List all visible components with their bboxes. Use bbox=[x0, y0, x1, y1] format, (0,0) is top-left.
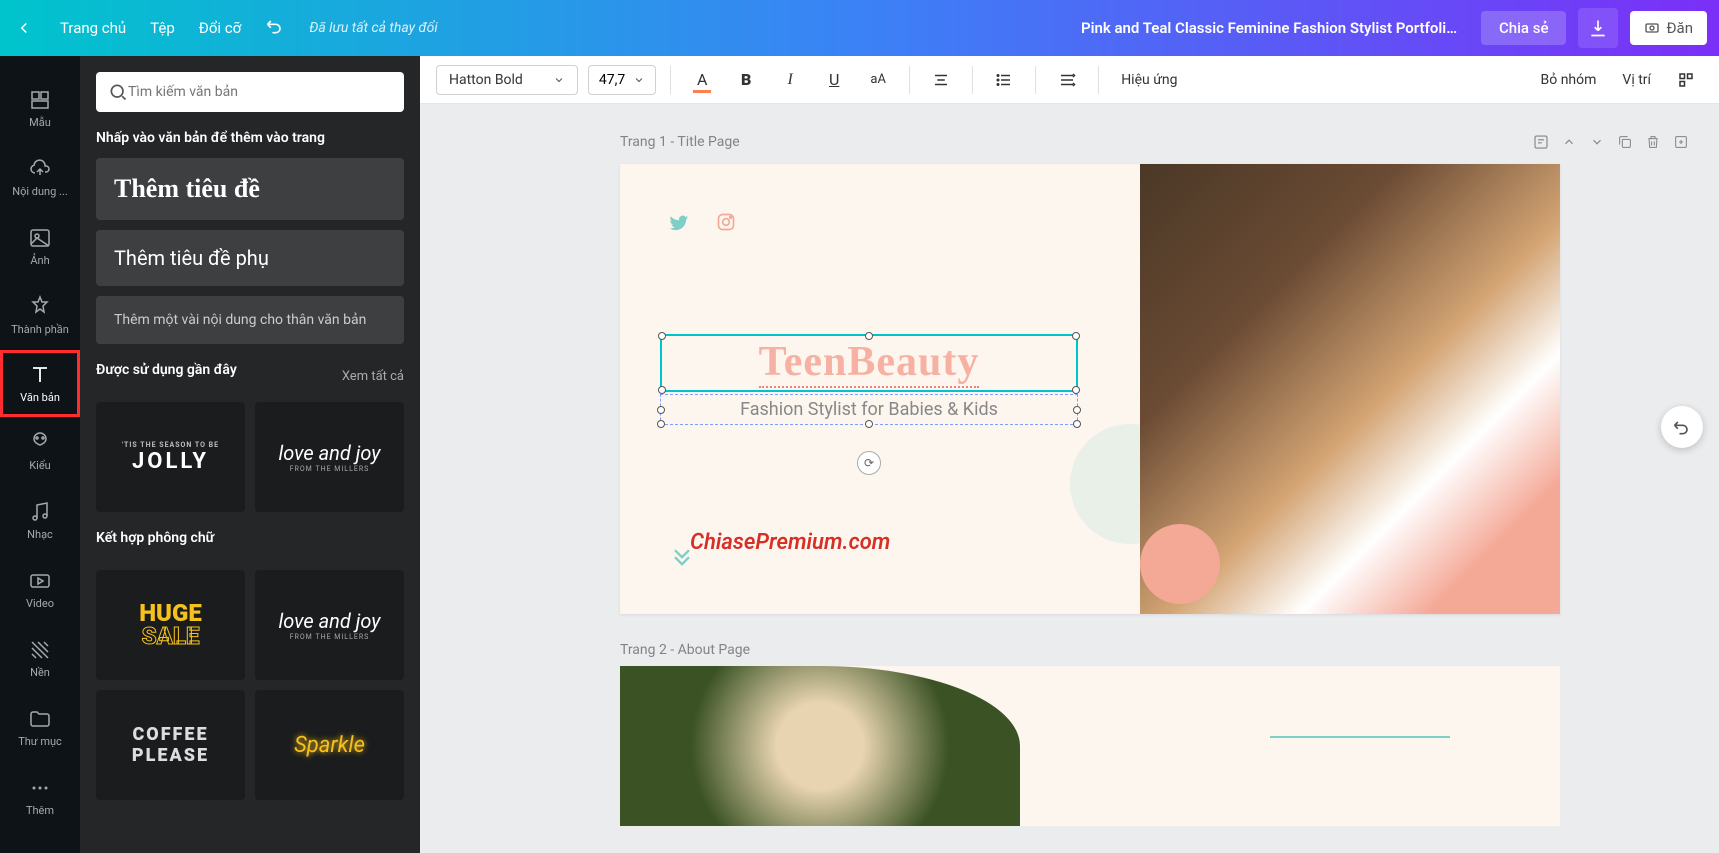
file-menu[interactable]: Tệp bbox=[150, 19, 175, 37]
resize-menu[interactable]: Đổi cỡ bbox=[199, 19, 241, 37]
add-page-icon[interactable] bbox=[1667, 128, 1695, 156]
back-icon[interactable] bbox=[12, 16, 36, 40]
save-status: Đã lưu tất cả thay đổi bbox=[309, 20, 437, 36]
ungroup-button[interactable]: Bỏ nhóm bbox=[1533, 72, 1605, 88]
thumb-love[interactable]: love and joyFROM THE MILLERS bbox=[255, 402, 404, 512]
page2-header: Trang 2 - About Page bbox=[620, 642, 1695, 658]
align-button[interactable] bbox=[924, 63, 958, 97]
share-button[interactable]: Chia sẻ bbox=[1481, 11, 1567, 45]
rotate-handle[interactable]: ⟳ bbox=[857, 451, 881, 475]
subtitle-textbox[interactable]: Fashion Stylist for Babies & Kids bbox=[660, 394, 1078, 425]
rail-photos[interactable]: Ảnh bbox=[0, 212, 80, 281]
rail-video[interactable]: Video bbox=[0, 555, 80, 624]
top-bar: Trang chủ Tệp Đổi cỡ Đã lưu tất cả thay … bbox=[0, 0, 1719, 56]
transparency-icon[interactable] bbox=[1669, 63, 1703, 97]
font-dropdown[interactable]: Hatton Bold bbox=[436, 65, 578, 95]
see-all-link[interactable]: Xem tất cả bbox=[342, 369, 404, 384]
document-title[interactable]: Pink and Teal Classic Feminine Fashion S… bbox=[1081, 19, 1461, 37]
search-icon bbox=[108, 82, 128, 102]
home-link[interactable]: Trang chủ bbox=[60, 19, 126, 37]
rail-more[interactable]: Thêm bbox=[0, 762, 80, 831]
about-photo[interactable] bbox=[620, 666, 1020, 826]
page-down-icon[interactable] bbox=[1583, 128, 1611, 156]
search-input[interactable] bbox=[128, 84, 392, 100]
publish-button[interactable]: Đăn bbox=[1630, 11, 1707, 45]
bold-button[interactable]: B bbox=[729, 63, 763, 97]
left-rail: Mẫu Nội dung ... Ảnh Thành phần Văn bản … bbox=[0, 56, 80, 853]
thumb-love2[interactable]: love and joyFROM THE MILLERS bbox=[255, 570, 404, 680]
click-hint: Nhấp vào văn bản để thêm vào trang bbox=[96, 130, 404, 146]
thumb-huge-sale[interactable]: HUGESALE bbox=[96, 570, 245, 680]
rail-music[interactable]: Nhạc bbox=[0, 486, 80, 555]
text-color-button[interactable]: A bbox=[685, 63, 719, 97]
duplicate-icon[interactable] bbox=[1611, 128, 1639, 156]
add-subheading-button[interactable]: Thêm tiêu đề phụ bbox=[96, 230, 404, 286]
text-panel: Nhấp vào văn bản để thêm vào trang Thêm … bbox=[80, 56, 420, 853]
underline-button[interactable]: U bbox=[817, 63, 851, 97]
font-size-dropdown[interactable]: 47,7 bbox=[588, 65, 656, 95]
thumb-sparkle[interactable]: Sparkle bbox=[255, 690, 404, 800]
thumb-jolly[interactable]: 'TIS THE SEASON TO BEJOLLY bbox=[96, 402, 245, 512]
chevron-down-icon bbox=[553, 74, 565, 86]
font-combo-label: Kết hợp phông chữ bbox=[96, 530, 214, 546]
watermark: ChiasePremium.com bbox=[690, 530, 890, 555]
page-2[interactable] bbox=[620, 666, 1560, 826]
twitter-icon[interactable] bbox=[668, 212, 690, 238]
search-box[interactable] bbox=[96, 72, 404, 112]
canvas-area[interactable]: Trang 1 - Title Page TeenBeauty Fashion … bbox=[420, 104, 1719, 853]
selected-text-group[interactable]: TeenBeauty Fashion Stylist for Babies & … bbox=[660, 334, 1078, 425]
decor-line bbox=[1270, 736, 1450, 738]
position-button[interactable]: Vị trí bbox=[1614, 72, 1659, 88]
add-body-button[interactable]: Thêm một vài nội dung cho thân văn bản bbox=[96, 296, 404, 344]
instagram-icon[interactable] bbox=[716, 212, 736, 236]
thumb-coffee[interactable]: COFFEEPLEASE bbox=[96, 690, 245, 800]
text-toolbar: Hatton Bold 47,7 A B I U aA Hiệu ứng Bỏ … bbox=[420, 56, 1719, 104]
page-notes-icon[interactable] bbox=[1527, 128, 1555, 156]
decor-circle bbox=[1140, 524, 1220, 604]
undo-icon[interactable] bbox=[265, 16, 285, 40]
rail-styles[interactable]: Kiểu bbox=[0, 417, 80, 486]
italic-button[interactable]: I bbox=[773, 63, 807, 97]
page1-header: Trang 1 - Title Page bbox=[620, 128, 1695, 156]
rail-folders[interactable]: Thư mục bbox=[0, 693, 80, 762]
spacing-button[interactable] bbox=[1050, 63, 1084, 97]
rail-templates[interactable]: Mẫu bbox=[0, 74, 80, 143]
chevron-down-icon bbox=[633, 74, 645, 86]
rail-background[interactable]: Nền bbox=[0, 624, 80, 693]
rail-elements[interactable]: Thành phần bbox=[0, 281, 80, 350]
title-textbox[interactable]: TeenBeauty bbox=[660, 334, 1078, 392]
page-up-icon[interactable] bbox=[1555, 128, 1583, 156]
list-button[interactable] bbox=[987, 63, 1021, 97]
delete-icon[interactable] bbox=[1639, 128, 1667, 156]
rail-uploads[interactable]: Nội dung ... bbox=[0, 143, 80, 212]
rail-text[interactable]: Văn bản bbox=[0, 350, 80, 417]
effects-button[interactable]: Hiệu ứng bbox=[1113, 72, 1185, 88]
download-icon[interactable] bbox=[1578, 8, 1618, 48]
uppercase-button[interactable]: aA bbox=[861, 63, 895, 97]
add-heading-button[interactable]: Thêm tiêu đề bbox=[96, 158, 404, 220]
recent-label: Được sử dụng gần đây bbox=[96, 362, 237, 378]
help-fab[interactable] bbox=[1661, 406, 1703, 448]
